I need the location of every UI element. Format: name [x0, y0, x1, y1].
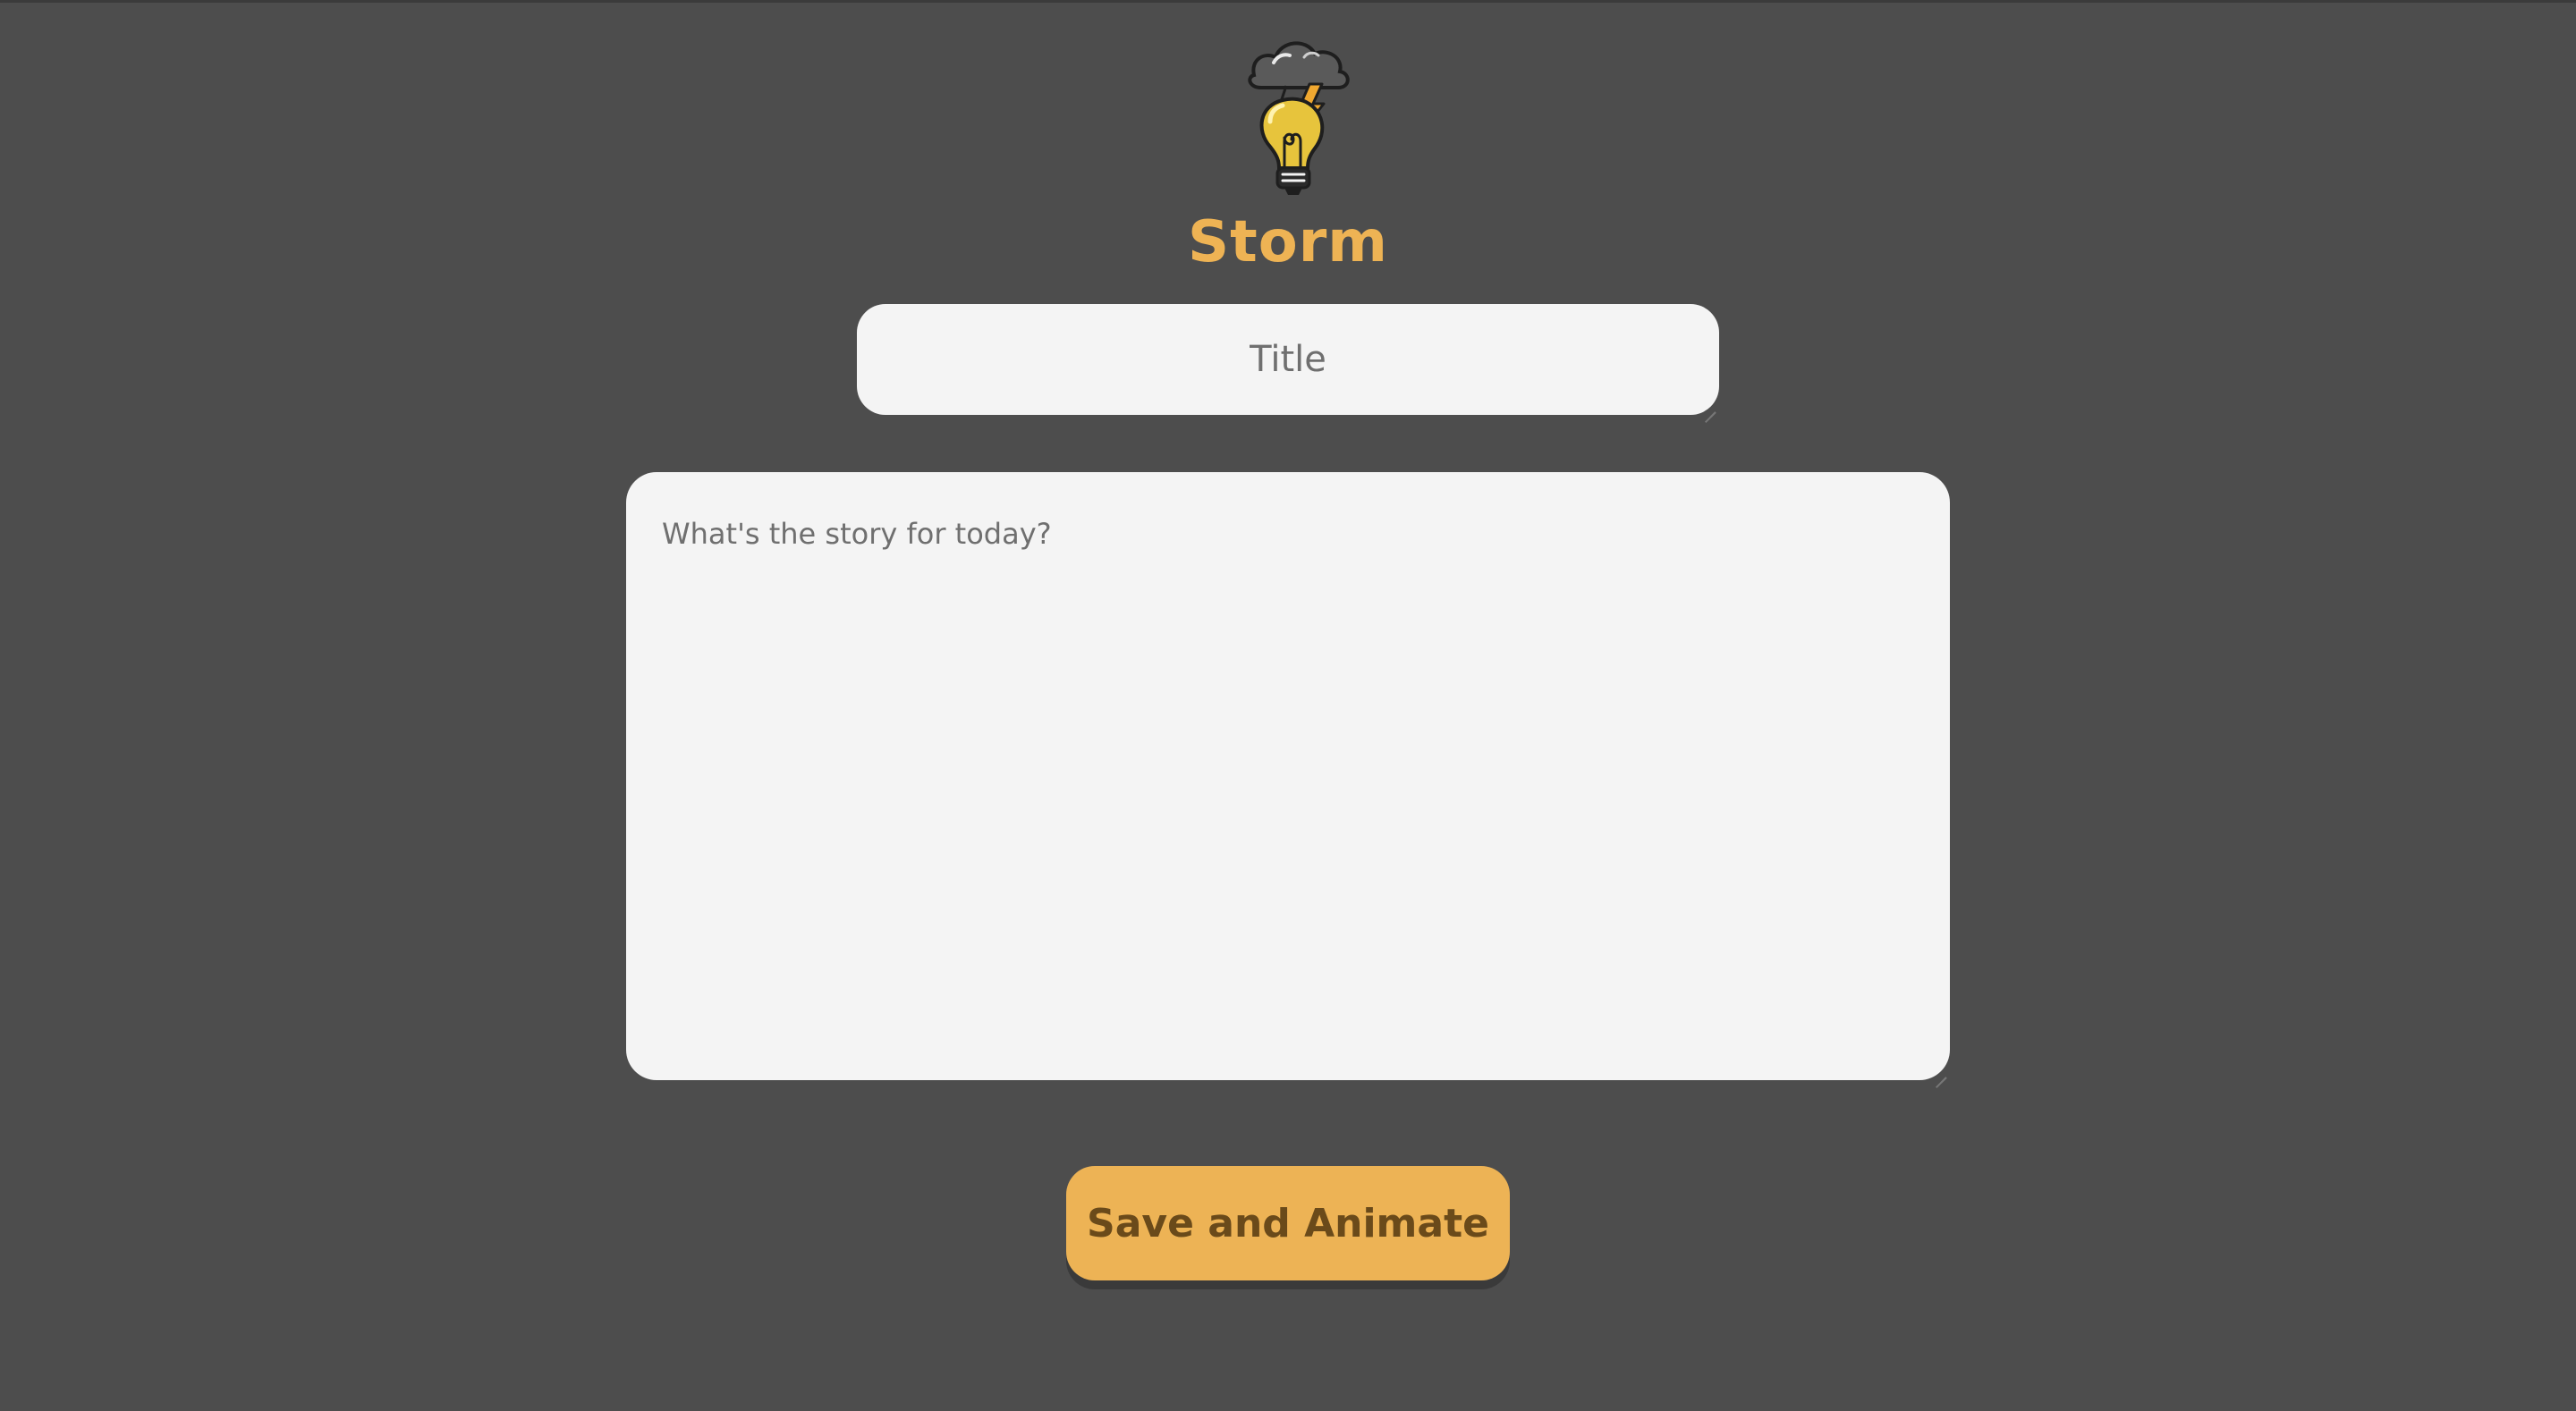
title-input[interactable]: [857, 304, 1719, 415]
lightbulb-shape: [1259, 97, 1325, 195]
save-and-animate-button[interactable]: Save and Animate: [1066, 1166, 1510, 1280]
story-textarea[interactable]: [626, 472, 1950, 1080]
brand-title: Storm: [1188, 209, 1388, 275]
storm-cloud-shape: [1248, 41, 1350, 89]
top-border: [0, 0, 2576, 3]
lightbulb-storm-cloud-icon: [1248, 41, 1350, 195]
